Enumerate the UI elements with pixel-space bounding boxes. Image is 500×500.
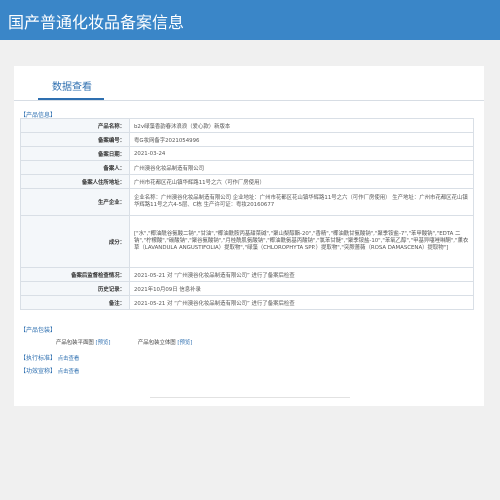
field-label: 备案人住所地址： xyxy=(20,174,130,189)
field-value: 企业名称：广州澳谷化妆品制造有限公司 企业地址：广州市花都区花山镇华辉路11号之… xyxy=(129,188,474,216)
footer-divider xyxy=(150,397,350,398)
field-value: ["水","椰油酰谷氨酸二钠","甘油","椰油酰胺丙基甜菜碱","聚山梨醇酯-… xyxy=(129,215,474,268)
content-panel: 数据查看 【产品信息】 产品名称： b2v绿藻香韵春沐浪浪（爱心款）新版本 备案… xyxy=(14,66,484,406)
field-label: 备案编号： xyxy=(20,132,130,147)
tab-data-view[interactable]: 数据查看 xyxy=(41,78,103,98)
solid-image-preview-link[interactable]: [预览] xyxy=(177,340,192,346)
table-row: 备案编号： 粤G妆网备字2021054996 xyxy=(20,132,474,147)
field-label: 历史记录： xyxy=(20,281,130,296)
table-row: 备案后监督检查情况： 2021-05-21 对 “广州澳谷化妆品制造有限公司” … xyxy=(20,267,474,282)
tab-divider xyxy=(14,100,484,101)
packaging-row: 产品包装平面图 [预览] 产品包装立体图 [预览] xyxy=(56,338,192,346)
table-row: 成分： ["水","椰油酰谷氨酸二钠","甘油","椰油酰胺丙基甜菜碱","聚山… xyxy=(20,215,474,268)
field-value: 广州市花都区花山镇华辉路11号之六（可作厂房使用） xyxy=(129,174,474,189)
field-label: 备案人： xyxy=(20,160,130,175)
claims-view-link[interactable]: 点击查看 xyxy=(58,369,80,375)
standard-heading: 【执行标准】 xyxy=(20,355,57,362)
solid-image-label: 产品包装立体图 xyxy=(137,340,176,346)
top-bar: 国产普通化妆品备案信息 xyxy=(0,0,500,40)
field-label: 备注： xyxy=(20,295,130,310)
field-label: 生产企业： xyxy=(20,188,130,216)
claims-heading: 【功效宣称】 xyxy=(20,368,57,375)
field-value: 2021-05-21 对 “广州澳谷化妆品制造有限公司” 进行了备案后检查 xyxy=(129,295,474,310)
claims-row: 【功效宣称】 点击查看 xyxy=(20,366,79,375)
product-info-table: 产品名称： b2v绿藻香韵春沐浪浪（爱心款）新版本 备案编号： 粤G妆网备字20… xyxy=(20,118,474,310)
table-row: 备注： 2021-05-21 对 “广州澳谷化妆品制造有限公司” 进行了备案后检… xyxy=(20,295,474,310)
field-label: 成分： xyxy=(20,215,130,268)
field-value: 广州澳谷化妆品制造有限公司 xyxy=(129,160,474,175)
page-title: 国产普通化妆品备案信息 xyxy=(8,13,185,32)
field-value: 2021年10月09日 信息补录 xyxy=(129,281,474,296)
table-row: 产品名称： b2v绿藻香韵春沐浪浪（爱心款）新版本 xyxy=(20,118,474,133)
field-value: 2021-03-24 xyxy=(129,146,474,161)
standard-view-link[interactable]: 点击查看 xyxy=(58,356,80,362)
field-value: 粤G妆网备字2021054996 xyxy=(129,132,474,147)
flat-image-preview-link[interactable]: [预览] xyxy=(95,340,110,346)
field-label: 产品名称： xyxy=(20,118,130,133)
standard-row: 【执行标准】 点击查看 xyxy=(20,353,79,362)
packaging-heading: 【产品包装】 xyxy=(20,327,57,334)
field-label: 备案后监督检查情况： xyxy=(20,267,130,282)
table-row: 备案人住所地址： 广州市花都区花山镇华辉路11号之六（可作厂房使用） xyxy=(20,174,474,189)
field-value: b2v绿藻香韵春沐浪浪（爱心款）新版本 xyxy=(129,118,474,133)
table-row: 备案人： 广州澳谷化妆品制造有限公司 xyxy=(20,160,474,175)
table-row: 历史记录： 2021年10月09日 信息补录 xyxy=(20,281,474,296)
table-row: 备案日期： 2021-03-24 xyxy=(20,146,474,161)
field-label: 备案日期： xyxy=(20,146,130,161)
table-row: 生产企业： 企业名称：广州澳谷化妆品制造有限公司 企业地址：广州市花都区花山镇华… xyxy=(20,188,474,216)
flat-image-label: 产品包装平面图 xyxy=(56,340,94,346)
field-value: 2021-05-21 对 “广州澳谷化妆品制造有限公司” 进行了备案后检查 xyxy=(129,267,474,282)
